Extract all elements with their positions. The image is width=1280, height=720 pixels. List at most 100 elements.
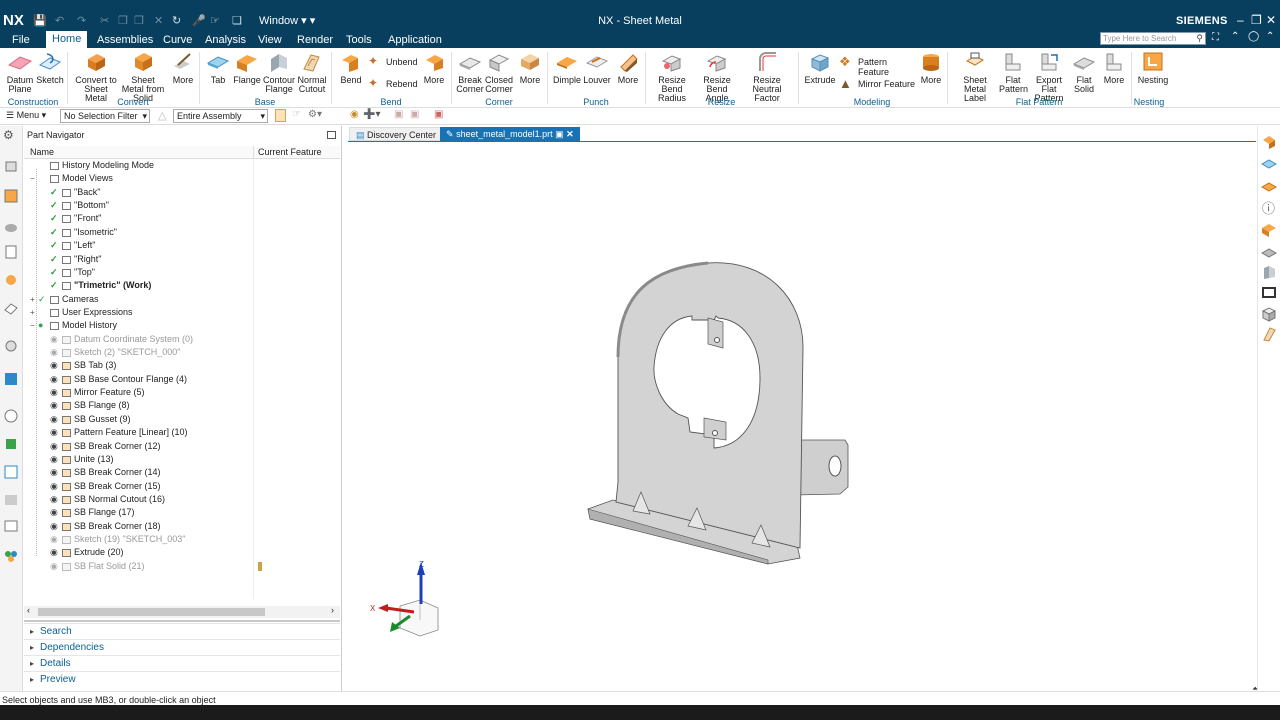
visibility-eye-icon[interactable]: ◉	[50, 546, 58, 559]
web-browser-icon[interactable]	[3, 300, 19, 316]
panel-splitter[interactable]	[24, 620, 340, 622]
assembly-navigator-icon[interactable]	[3, 158, 19, 174]
visibility-eye-icon[interactable]: ◉	[50, 533, 58, 546]
convert-to-sheet-metal-button[interactable]: Convert to Sheet Metal	[74, 51, 118, 103]
tab-discovery-center[interactable]: ▤ Discovery Center	[349, 127, 444, 141]
help-icon[interactable]: ◯	[1248, 31, 1259, 42]
visibility-eye-icon[interactable]: ◉	[50, 346, 58, 359]
datum-plane-button[interactable]: Datum Plane	[4, 51, 36, 94]
reference-icon[interactable]	[3, 492, 19, 508]
tree-row[interactable]: ◉ SB Base Contour Flange (4)	[24, 373, 340, 386]
expand-toggle-icon[interactable]: −	[30, 172, 35, 185]
bend-button[interactable]: Bend	[337, 51, 365, 85]
show-hide-icon[interactable]: ▣	[434, 109, 443, 120]
resize-bend-radius-button[interactable]: Resize Bend Radius	[650, 51, 694, 103]
tree-row[interactable]: ◉ Sketch (19) "SKETCH_003"	[24, 533, 340, 546]
tree-row[interactable]: ◉ SB Break Corner (12)	[24, 440, 340, 453]
visibility-eye-icon[interactable]: ◉	[50, 333, 58, 346]
graphics-window[interactable]: Z X ⏶	[348, 142, 1258, 693]
display-mode-icon[interactable]	[1261, 178, 1277, 194]
panel-search[interactable]: ▸ Search	[24, 623, 340, 639]
tree-row[interactable]: ◉ SB Gusset (9)	[24, 413, 340, 426]
command-search[interactable]: Type Here to Search ⚲	[1100, 32, 1206, 45]
column-current-feature[interactable]: Current Feature	[253, 146, 340, 159]
flange-shortcut-icon[interactable]	[1261, 222, 1277, 238]
visibility-eye-icon[interactable]: ◉	[50, 453, 58, 466]
extrude-button[interactable]: Extrude	[804, 51, 836, 85]
collapse-ribbon-icon[interactable]: ⌃	[1231, 31, 1239, 42]
tree-row[interactable]: ◉ SB Break Corner (14)	[24, 466, 340, 479]
tab-curve[interactable]: Curve	[157, 32, 198, 48]
check-icon[interactable]: ✓	[38, 293, 46, 306]
restore-icon[interactable]: ❐	[1251, 13, 1262, 27]
deselect-icon[interactable]: ☞	[292, 109, 301, 120]
close-tab-icon[interactable]: ✕	[566, 129, 574, 139]
flat-solid-button[interactable]: Flat Solid	[1071, 51, 1097, 94]
visibility-eye-icon[interactable]: ◉	[50, 386, 58, 399]
panel-dependencies[interactable]: ▸ Dependencies	[24, 639, 340, 655]
extend-icon[interactable]: ⌃	[1266, 31, 1274, 42]
scroll-left-icon[interactable]: ‹	[27, 605, 30, 615]
closed-corner-button[interactable]: Closed Corner	[485, 51, 513, 94]
check-icon[interactable]: ✓	[50, 239, 58, 252]
break-corner-button[interactable]: Break Corner	[456, 51, 484, 94]
snap-point-icon[interactable]: ◉	[350, 109, 359, 120]
tree-row[interactable]: ◉ Sketch (2) "SKETCH_000"	[24, 346, 340, 359]
visibility-eye-icon[interactable]: ◉	[50, 413, 58, 426]
tree-row[interactable]: ◉ SB Break Corner (15)	[24, 480, 340, 493]
window-menu-icon[interactable]: ▣	[555, 129, 564, 139]
check-icon[interactable]: ✓	[50, 253, 58, 266]
visibility-eye-icon[interactable]: ◉	[50, 440, 58, 453]
mirror-feature-button[interactable]: ▲ Mirror Feature	[839, 76, 917, 93]
view-icon[interactable]	[3, 518, 19, 534]
check-icon[interactable]: ✓	[50, 279, 58, 292]
view-orient-icon[interactable]	[1261, 156, 1277, 172]
check-icon[interactable]: ✓	[50, 226, 58, 239]
tab-assemblies[interactable]: Assemblies	[91, 32, 159, 48]
tree-row[interactable]: History Modeling Mode	[24, 159, 340, 172]
tree-row[interactable]: − Model Views	[24, 172, 340, 185]
body-filter-icon[interactable]: ▣	[394, 109, 403, 120]
tree-row[interactable]: ✓ "Trimetric" (Work)	[24, 279, 340, 292]
tree-row[interactable]: ✓ "Top"	[24, 266, 340, 279]
settings-icon[interactable]: ⚙	[3, 128, 19, 144]
tree-row[interactable]: ✓ "Left"	[24, 239, 340, 252]
tab-analysis[interactable]: Analysis	[199, 32, 252, 48]
history-status-icon[interactable]: ●	[38, 319, 43, 332]
tree-row[interactable]: ◉ SB Normal Cutout (16)	[24, 493, 340, 506]
tree-row[interactable]: ◉ SB Tab (3)	[24, 359, 340, 372]
tree-row[interactable]: ◉ SB Break Corner (18)	[24, 520, 340, 533]
constraint-navigator-icon[interactable]	[3, 188, 19, 204]
model-view[interactable]: Z X	[348, 142, 1256, 691]
visibility-eye-icon[interactable]: ◉	[50, 520, 58, 533]
hd3d-tools-icon[interactable]	[3, 272, 19, 288]
tree-row[interactable]: ✓ "Back"	[24, 186, 340, 199]
check-icon[interactable]: ✓	[50, 186, 58, 199]
more-punch-button[interactable]: More	[615, 51, 641, 85]
more-bend-button[interactable]: More	[422, 51, 446, 85]
tab-view[interactable]: View	[252, 32, 288, 48]
pattern-feature-button[interactable]: ❖ Pattern Feature	[839, 54, 917, 77]
scroll-right-icon[interactable]: ›	[331, 605, 334, 615]
tree-row[interactable]: ✓ "Bottom"	[24, 199, 340, 212]
normal-cutout-button[interactable]: Normal Cutout	[297, 51, 327, 94]
snap-options-icon[interactable]: ⚙▾	[308, 109, 322, 120]
tree-row[interactable]: ✓ "Front"	[24, 212, 340, 225]
palette-icon[interactable]	[3, 548, 19, 564]
louver-button[interactable]: Louver	[583, 51, 611, 85]
visibility-eye-icon[interactable]: ◉	[50, 373, 58, 386]
rebend-button[interactable]: ✦ Rebend	[368, 76, 418, 93]
face-filter-icon[interactable]: ▣	[410, 109, 419, 120]
flat-pattern-button[interactable]: Flat Pattern	[999, 51, 1028, 94]
reuse-library-icon[interactable]	[3, 244, 19, 260]
panel-preview[interactable]: ▸ Preview	[24, 671, 340, 687]
visibility-eye-icon[interactable]: ◉	[50, 359, 58, 372]
tab-home[interactable]: Home	[46, 31, 88, 48]
tree-row[interactable]: ◉ Unite (13)	[24, 453, 340, 466]
expand-toggle-icon[interactable]: +	[30, 306, 35, 319]
scope-dropdown[interactable]: Entire Assembly ▾	[173, 109, 268, 123]
visibility-eye-icon[interactable]: ◉	[50, 480, 58, 493]
camera-icon[interactable]	[1261, 284, 1277, 300]
tab-sheet-metal-model[interactable]: ✎ sheet_metal_model1.prt ▣ ✕	[440, 127, 580, 141]
resize-neutral-factor-button[interactable]: Resize Neutral Factor	[741, 51, 793, 103]
